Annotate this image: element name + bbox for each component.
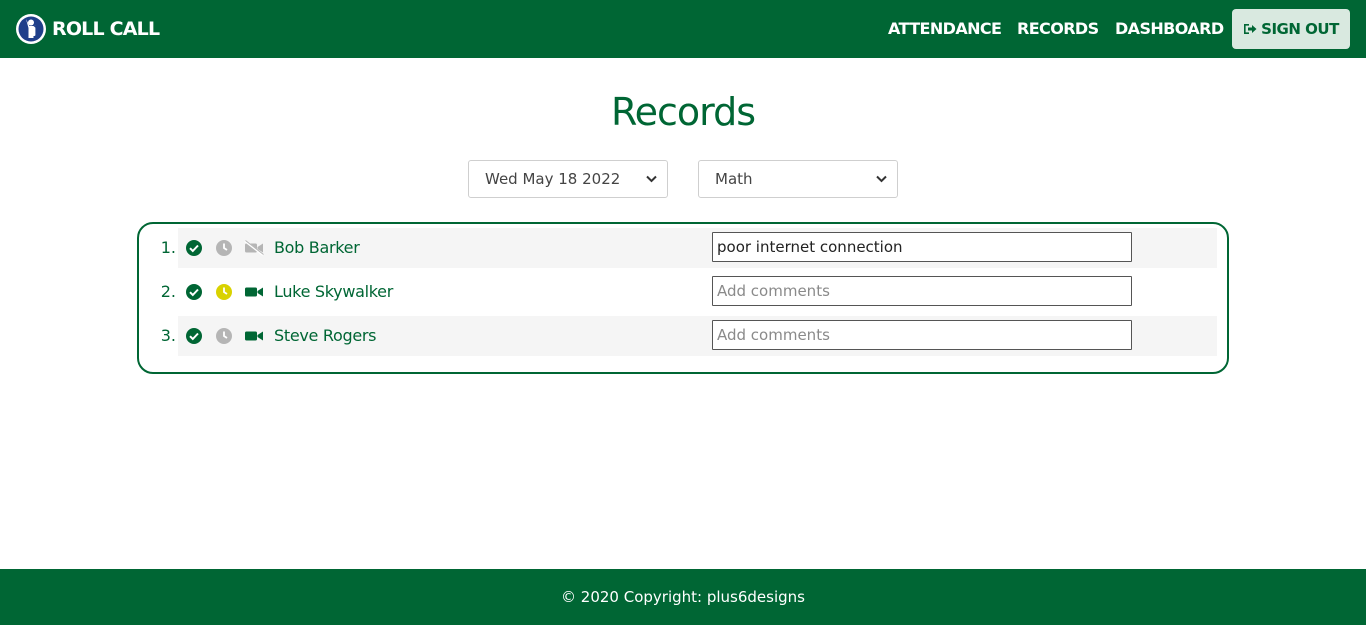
- date-select-value: Wed May 18 2022: [485, 170, 621, 188]
- late-clock-icon[interactable]: [215, 283, 233, 301]
- present-check-icon[interactable]: [185, 239, 203, 257]
- date-select[interactable]: Wed May 18 2022: [468, 160, 668, 198]
- nav-dashboard-link[interactable]: DASHBOARD: [1115, 18, 1224, 40]
- camera-on-icon[interactable]: [244, 328, 264, 344]
- comment-input[interactable]: [712, 276, 1132, 306]
- brand-name: ROLL CALL: [52, 18, 160, 40]
- student-name[interactable]: Steve Rogers: [274, 316, 376, 356]
- class-select-value: Math: [715, 170, 753, 188]
- chevron-down-icon: [876, 175, 887, 183]
- student-name[interactable]: Luke Skywalker: [274, 272, 393, 312]
- present-check-icon[interactable]: [185, 327, 203, 345]
- footer-copyright: © 2020 Copyright: plus6designs: [561, 588, 805, 606]
- camera-off-icon[interactable]: [244, 240, 264, 256]
- comment-input[interactable]: [712, 232, 1132, 262]
- record-number: 1.: [160, 238, 176, 257]
- top-navbar: ROLL CALL ATTENDANCE RECORDS DASHBOARD S…: [0, 0, 1366, 58]
- present-check-icon[interactable]: [185, 283, 203, 301]
- sign-out-button[interactable]: SIGN OUT: [1232, 9, 1350, 49]
- camera-on-icon[interactable]: [244, 284, 264, 300]
- brand-logo-link[interactable]: ROLL CALL: [15, 13, 160, 45]
- record-number: 3.: [160, 326, 176, 345]
- student-name[interactable]: Bob Barker: [274, 228, 360, 268]
- late-clock-icon[interactable]: [215, 327, 233, 345]
- nav-records-link[interactable]: RECORDS: [1017, 18, 1099, 40]
- chevron-down-icon: [646, 175, 657, 183]
- comment-input[interactable]: [712, 320, 1132, 350]
- sign-out-icon: [1244, 24, 1257, 34]
- page-title: Records: [610, 90, 756, 134]
- sign-out-label: SIGN OUT: [1261, 20, 1339, 38]
- class-select[interactable]: Math: [698, 160, 898, 198]
- late-clock-icon[interactable]: [215, 239, 233, 257]
- record-number: 2.: [160, 282, 176, 301]
- footer: © 2020 Copyright: plus6designs: [0, 569, 1366, 625]
- person-raising-hand-logo-icon: [16, 14, 46, 44]
- nav-attendance-link[interactable]: ATTENDANCE: [888, 18, 1002, 40]
